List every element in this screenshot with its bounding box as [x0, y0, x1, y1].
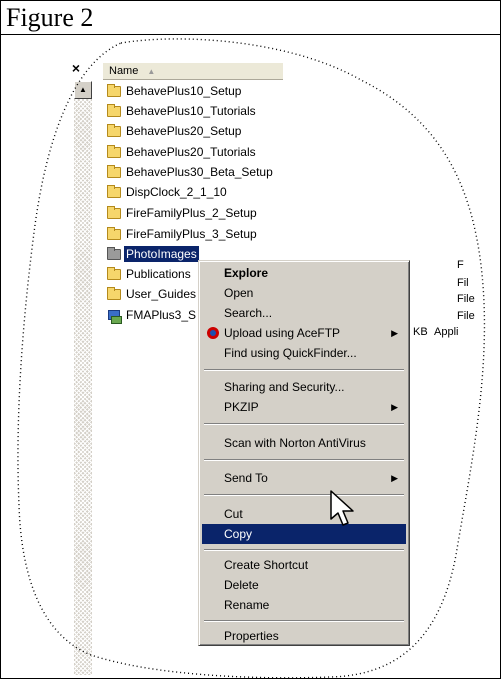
- figure-frame: Figure 2 × ▲ Name ▲ BehavePlus10_Setup B…: [0, 0, 501, 679]
- callout-outline: [17, 38, 486, 678]
- figure-title: Figure 2: [1, 1, 500, 35]
- screenshot-crop: × ▲ Name ▲ BehavePlus10_Setup BehavePlus…: [1, 35, 500, 678]
